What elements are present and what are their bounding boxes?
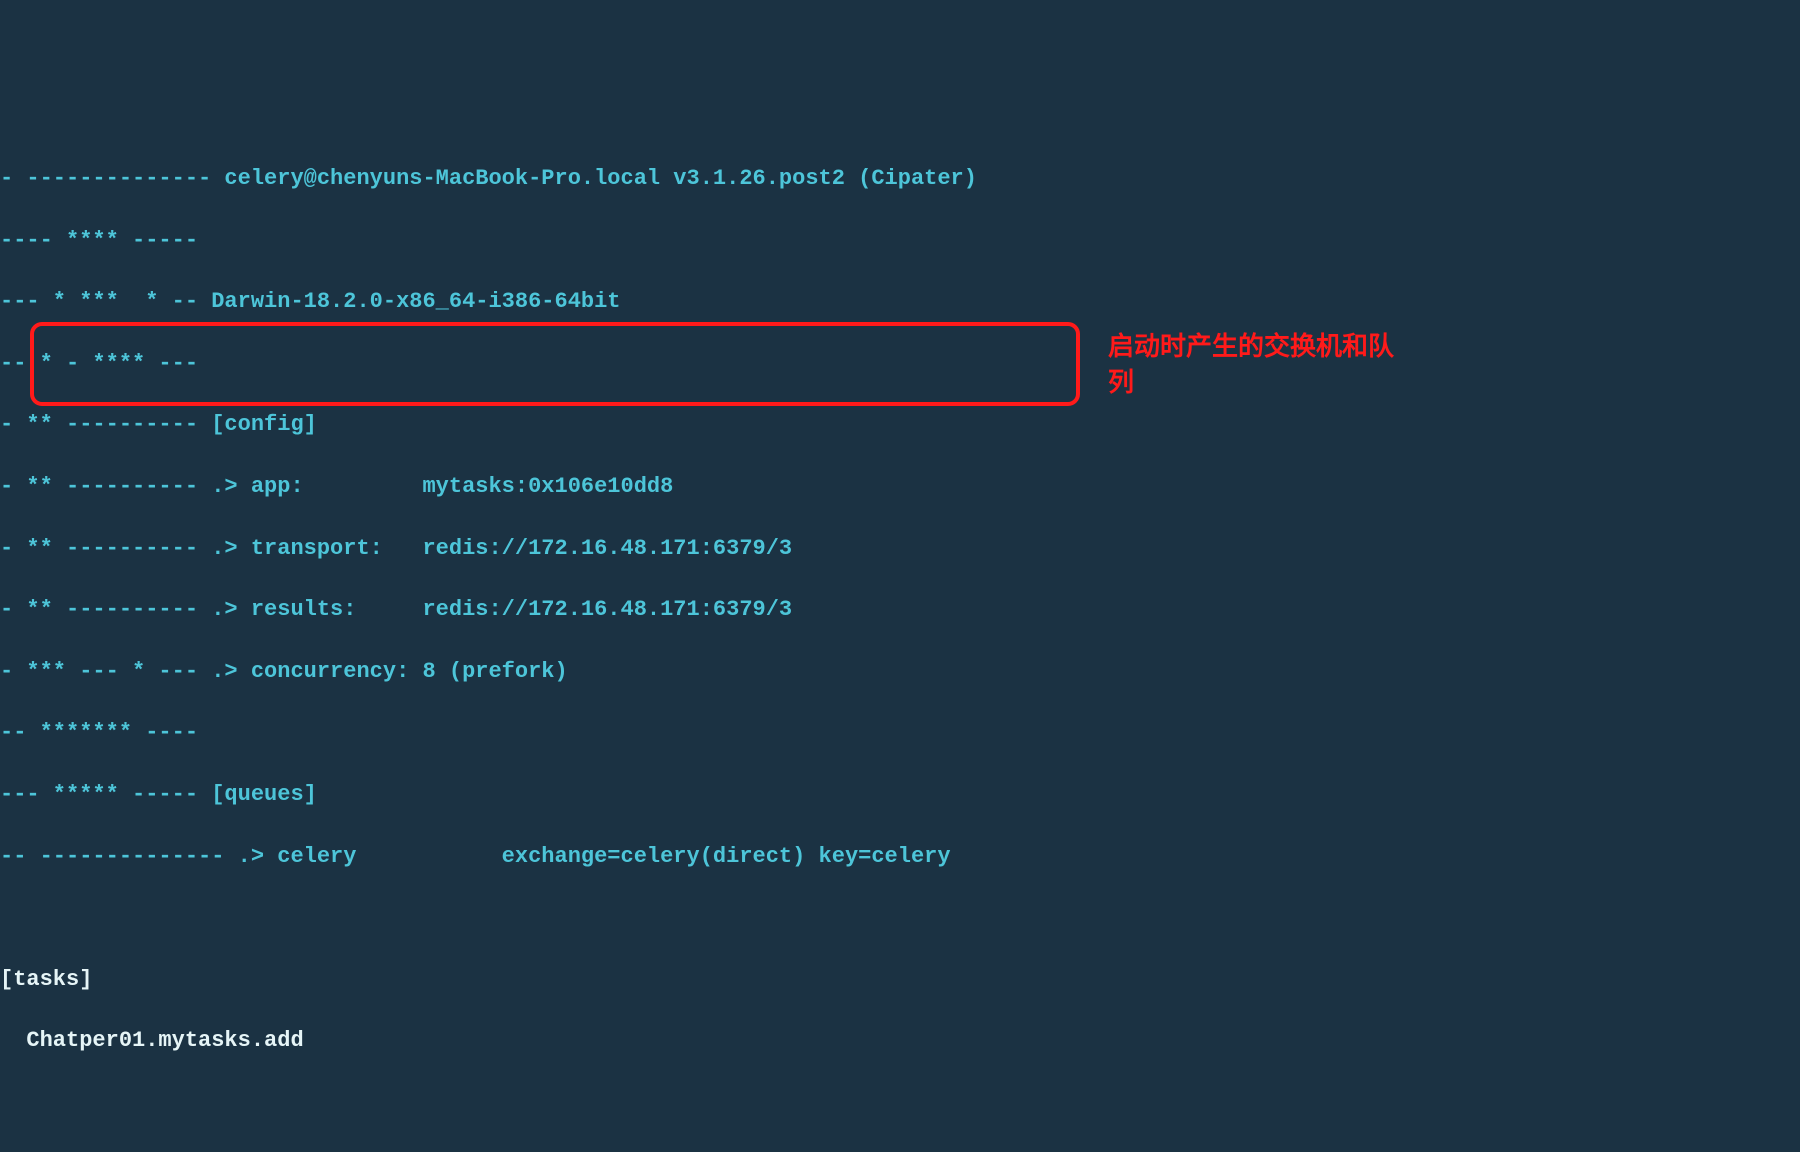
banner-line-art: -- ******* ----	[0, 718, 1800, 749]
banner-line-title: - -------------- celery@chenyuns-MacBook…	[0, 164, 1800, 195]
config-transport: - ** ---------- .> transport: redis://17…	[0, 534, 1800, 565]
config-concurrency: - *** --- * --- .> concurrency: 8 (prefo…	[0, 657, 1800, 688]
queues-header: --- ***** ----- [queues]	[0, 780, 1800, 811]
queue-celery: -- -------------- .> celery exchange=cel…	[0, 842, 1800, 873]
config-results: - ** ---------- .> results: redis://172.…	[0, 595, 1800, 626]
config-header: - ** ---------- [config]	[0, 410, 1800, 441]
banner-line-art: ---- **** -----	[0, 226, 1800, 257]
tasks-header: [tasks]	[0, 965, 1800, 996]
annotation-text: 启动时产生的交换机和队列	[1108, 328, 1398, 401]
banner-line-art: -- * - **** ---	[0, 349, 1800, 380]
banner-line-os: --- * *** * -- Darwin-18.2.0-x86_64-i386…	[0, 287, 1800, 318]
config-app: - ** ---------- .> app: mytasks:0x106e10…	[0, 472, 1800, 503]
task-item: Chatper01.mytasks.add	[0, 1026, 1800, 1057]
terminal-output: - -------------- celery@chenyuns-MacBook…	[0, 123, 1800, 1098]
